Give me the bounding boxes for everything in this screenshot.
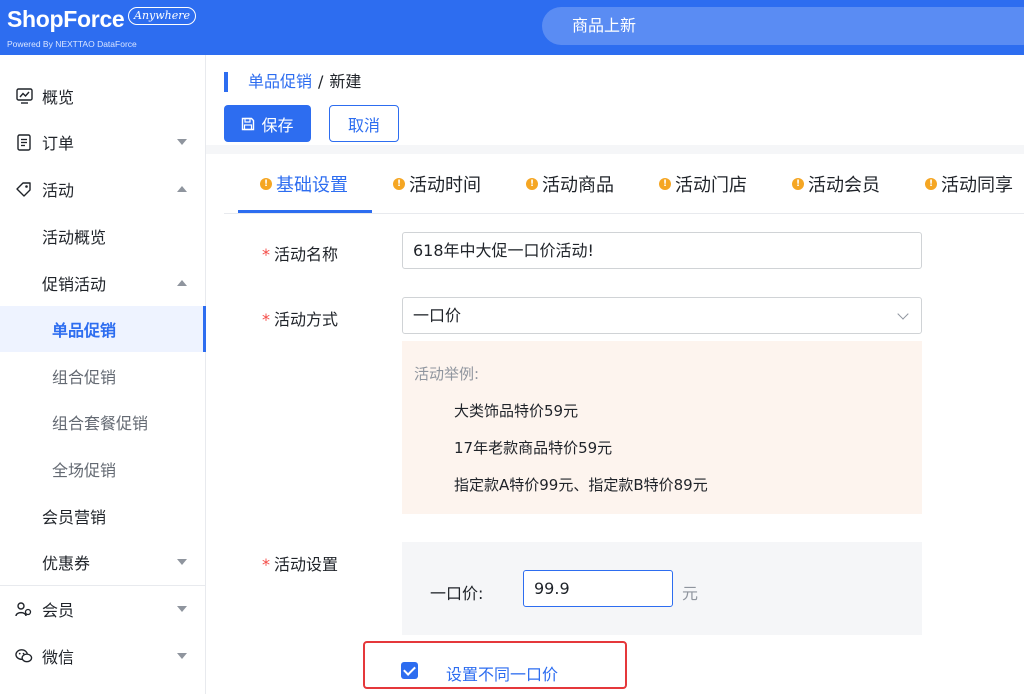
required-asterisk: * (262, 310, 270, 329)
chevron-down-icon (177, 559, 187, 565)
sidebar-item-label: 促销活动 (42, 275, 107, 294)
tab-label: 活动商品 (542, 175, 614, 196)
example-line: 大类饰品特价59元 (454, 402, 579, 420)
warning-dot-icon: ! (925, 178, 937, 190)
sidebar-item-label: 会员营销 (42, 508, 107, 527)
breadcrumb-marker (224, 72, 228, 92)
price-unit: 元 (682, 584, 699, 603)
activity-mode-label: * 活动方式 (262, 306, 338, 330)
sidebar-item-members[interactable]: 会员 (0, 586, 206, 632)
activity-name-input[interactable]: 618年中大促一口价活动! (402, 232, 922, 269)
tab-label: 基础设置 (276, 175, 348, 196)
brand-name: ShopForce (7, 6, 125, 32)
breadcrumb-separator: / (318, 72, 324, 91)
document-icon (15, 133, 33, 151)
activity-setting-box: 一口价: 99.9 元 (402, 542, 922, 635)
chevron-down-icon (177, 139, 187, 145)
sidebar-item-overview[interactable]: 概览 (0, 73, 206, 119)
chevron-up-icon (177, 280, 187, 286)
warning-dot-icon: ! (792, 178, 804, 190)
save-button[interactable]: 保存 (224, 105, 311, 142)
breadcrumb-current: 新建 (329, 72, 362, 91)
sidebar-item-label: 优惠券 (42, 554, 91, 573)
tab-label: 活动同享 (941, 175, 1013, 196)
sidebar-item-member-marketing[interactable]: 会员营销 (0, 493, 206, 539)
sidebar-item-single-promotion[interactable]: 单品促销 (0, 306, 206, 352)
breadcrumb: 单品促销 / 新建 (248, 72, 361, 92)
active-tab-indicator (238, 210, 372, 213)
sidebar: 概览 订单 活动 活动概览 促销活动 单品促销 组合促销 组合套餐促销 全场促销… (0, 55, 206, 694)
sidebar-item-store-wide-promotion[interactable]: 全场促销 (0, 446, 206, 492)
chevron-up-icon (177, 186, 187, 192)
brand-powered-by: Powered By NEXTTAO DataForce (7, 39, 137, 49)
activity-setting-label: * 活动设置 (262, 551, 338, 575)
warning-dot-icon: ! (260, 178, 272, 190)
wechat-icon (15, 647, 33, 665)
sidebar-item-wechat[interactable]: 微信 (0, 633, 206, 679)
sidebar-item-label: 单品促销 (52, 321, 117, 340)
top-bar: ShopForce Anywhere Powered By NEXTTAO Da… (0, 0, 1024, 55)
tab-label: 活动时间 (409, 175, 481, 196)
diff-price-checkbox-label[interactable]: 设置不同一口价 (446, 661, 558, 685)
activity-example-box: 活动举例: 大类饰品特价59元 17年老款商品特价59元 指定款A特价99元、指… (402, 341, 922, 514)
content-separator (206, 145, 1024, 154)
example-line: 17年老款商品特价59元 (454, 439, 613, 457)
chart-line-icon (15, 87, 33, 105)
tab-label: 活动门店 (675, 175, 747, 196)
activity-setting-label-text: 活动设置 (274, 555, 339, 574)
sidebar-item-combo-promotion[interactable]: 组合促销 (0, 353, 206, 399)
user-group-icon (15, 600, 33, 618)
sidebar-item-label: 概览 (42, 88, 75, 107)
sidebar-item-promotions[interactable]: 促销活动 (0, 260, 206, 306)
activity-name-label-text: 活动名称 (274, 245, 339, 264)
chevron-down-icon (177, 653, 187, 659)
tab-label: 活动会员 (808, 175, 880, 196)
sidebar-item-label: 活动 (42, 181, 75, 200)
cancel-button[interactable]: 取消 (329, 105, 399, 142)
sidebar-item-label: 全场促销 (52, 461, 117, 480)
warning-dot-icon: ! (659, 178, 671, 190)
brand-logo[interactable]: ShopForce Anywhere Powered By NEXTTAO Da… (7, 6, 197, 49)
tab-activity-members[interactable]: ! 活动会员 (792, 154, 880, 214)
tab-activity-products[interactable]: ! 活动商品 (526, 154, 614, 214)
chevron-down-icon (177, 606, 187, 612)
tab-activity-sharing[interactable]: ! 活动同享 (925, 154, 1013, 214)
sidebar-item-label: 订单 (42, 134, 75, 153)
tab-activity-time[interactable]: ! 活动时间 (393, 154, 481, 214)
activity-mode-label-text: 活动方式 (274, 310, 339, 329)
sidebar-item-label: 组合套餐促销 (52, 414, 149, 433)
sidebar-item-label: 组合促销 (52, 368, 117, 387)
required-asterisk: * (262, 555, 270, 574)
tag-icon (15, 180, 33, 198)
warning-dot-icon: ! (526, 178, 538, 190)
required-asterisk: * (262, 245, 270, 264)
brand-badge: Anywhere (128, 7, 197, 25)
tab-activity-stores[interactable]: ! 活动门店 (659, 154, 747, 214)
sidebar-item-package-promotion[interactable]: 组合套餐促销 (0, 399, 206, 445)
fixed-price-label: 一口价: (430, 584, 484, 603)
save-icon (241, 117, 255, 131)
save-button-label: 保存 (261, 115, 294, 135)
tab-bar: ! 基础设置 ! 活动时间 ! 活动商品 ! 活动门店 ! 活动会员 ! 活动同享 (224, 154, 1024, 214)
sidebar-item-activity-overview[interactable]: 活动概览 (0, 213, 206, 259)
example-title: 活动举例: (414, 365, 480, 383)
sidebar-item-label: 会员 (42, 601, 75, 620)
top-search-input[interactable]: 商品上新 (542, 7, 1024, 45)
activity-mode-select[interactable]: 一口价 (402, 297, 922, 334)
sidebar-item-coupons[interactable]: 优惠券 (0, 539, 206, 585)
fixed-price-input[interactable]: 99.9 (523, 570, 673, 607)
example-line: 指定款A特价99元、指定款B特价89元 (454, 476, 708, 494)
activity-mode-value: 一口价 (413, 306, 462, 325)
chevron-down-icon (897, 308, 909, 320)
breadcrumb-parent[interactable]: 单品促销 (248, 72, 312, 91)
sidebar-item-label: 活动概览 (42, 228, 107, 247)
sidebar-item-activity[interactable]: 活动 (0, 166, 206, 212)
diff-price-checkbox[interactable] (401, 662, 418, 679)
sidebar-item-label: 微信 (42, 648, 75, 667)
activity-name-label: * 活动名称 (262, 241, 338, 265)
tab-basic-settings[interactable]: ! 基础设置 (260, 154, 348, 214)
warning-dot-icon: ! (393, 178, 405, 190)
sidebar-item-orders[interactable]: 订单 (0, 119, 206, 165)
